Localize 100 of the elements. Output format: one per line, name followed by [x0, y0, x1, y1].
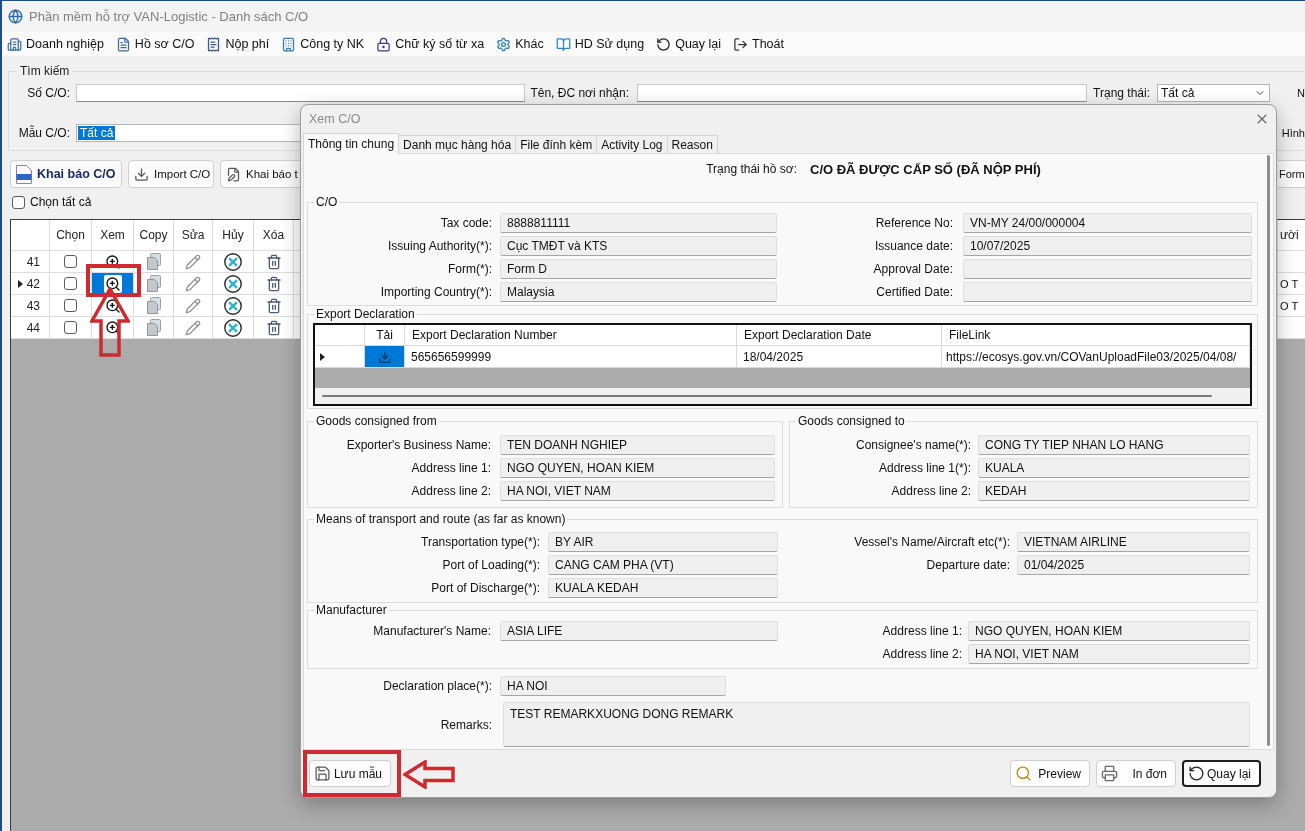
pencil-icon[interactable]: [185, 275, 201, 292]
pencil-icon[interactable]: [185, 319, 201, 336]
text-field[interactable]: [963, 259, 1252, 279]
menu-item[interactable]: Quay lại: [656, 36, 722, 52]
search-icon: [1015, 765, 1032, 782]
column-header: Tải: [376, 328, 393, 342]
toolbar-button[interactable]: Form: [1278, 160, 1305, 188]
field-label: Port of Loading(*):: [442, 558, 540, 572]
group-title: Goods consigned from: [315, 415, 438, 428]
menu-item[interactable]: Doanh nghiệp: [7, 36, 104, 52]
text-field[interactable]: Cục TMĐT và KTS: [500, 236, 777, 256]
menu-item[interactable]: HD Sử dụng: [555, 36, 645, 52]
field-label: Address line 2:: [882, 647, 962, 661]
text-field[interactable]: HA NOI, VIET NAM: [968, 644, 1250, 664]
text-field[interactable]: TEN DOANH NGHIEP: [500, 435, 775, 455]
text-field[interactable]: VIETNAM AIRLINE: [1017, 532, 1250, 552]
lock-icon: [376, 36, 392, 52]
field-label: Manufacturer's Name:: [373, 624, 491, 638]
menu-item[interactable]: Hồ sơ C/O: [115, 36, 195, 52]
column-header: ười: [1280, 228, 1299, 242]
toolbar-button[interactable]: Khai báo C/O: [10, 160, 122, 188]
group-title: Export Declaration: [315, 308, 416, 321]
trash-icon[interactable]: [265, 319, 282, 336]
field-label: Tax code:: [440, 216, 492, 230]
text-field[interactable]: KUALA KEDAH: [548, 578, 778, 598]
status-select[interactable]: Tất cả: [1157, 84, 1270, 102]
row-number: 42: [26, 276, 40, 291]
text-field[interactable]: [963, 282, 1252, 302]
row-number: 44: [26, 320, 40, 335]
row-marker-icon: [320, 352, 325, 361]
checkbox[interactable]: [64, 321, 77, 334]
column-header: Sửa: [181, 228, 205, 242]
menu-item[interactable]: Khác: [496, 36, 544, 52]
office-icon: [281, 36, 297, 52]
pencil-icon[interactable]: [185, 253, 201, 270]
text-field[interactable]: NGO QUYEN, HOAN KIEM: [968, 621, 1250, 641]
text-field[interactable]: HA NOI: [500, 676, 726, 696]
input-field[interactable]: [76, 84, 525, 102]
preview-button[interactable]: Preview: [1010, 760, 1090, 787]
text-field[interactable]: VN-MY 24/00/000004: [963, 213, 1252, 233]
text-field[interactable]: 01/04/2025: [1017, 555, 1250, 575]
file-edit-icon: [226, 166, 241, 182]
text-field[interactable]: KUALA: [978, 458, 1250, 478]
text-field[interactable]: 10/07/2025: [963, 236, 1252, 256]
table-cell: 565656599999: [411, 349, 492, 364]
toolbar-button[interactable]: Import C/O: [128, 160, 214, 188]
field-label: Departure date:: [926, 558, 1010, 572]
text-field[interactable]: KEDAH: [978, 481, 1250, 501]
left-arrow-icon: [403, 760, 455, 789]
save-button[interactable]: Lưu mẫu: [309, 760, 391, 787]
menu-item[interactable]: Thoát: [733, 36, 784, 52]
input-field[interactable]: [637, 84, 1087, 102]
text-field[interactable]: Malaysia: [500, 282, 777, 302]
checkbox[interactable]: [12, 195, 25, 209]
text-field[interactable]: CANG CAM PHA (VT): [548, 555, 778, 575]
pencil-icon[interactable]: [185, 297, 201, 314]
menu-item[interactable]: Chữ ký số từ xa: [376, 36, 485, 52]
back-button[interactable]: Quay lại: [1182, 760, 1261, 787]
tab[interactable]: Reason: [666, 135, 718, 153]
text-field[interactable]: NGO QUYEN, HOAN KIEM: [500, 458, 775, 478]
text-field[interactable]: 8888811111: [500, 213, 777, 233]
tab[interactable]: Activity Log: [596, 135, 668, 153]
text-field[interactable]: Form D: [500, 259, 777, 279]
text-field[interactable]: ASIA LIFE: [500, 621, 778, 641]
checkbox[interactable]: [64, 277, 77, 290]
text-field[interactable]: CONG TY TIEP NHAN LO HANG: [978, 435, 1250, 455]
table-cell[interactable]: [365, 346, 405, 368]
menu-item[interactable]: Nộp phí: [206, 36, 270, 52]
field-label: Address line 1:: [882, 624, 962, 638]
toolbar-button[interactable]: Khai báo t: [220, 160, 300, 188]
form-select[interactable]: Tất cả: [76, 124, 300, 142]
annotation-frame: [86, 264, 141, 297]
field-label: Issuance date:: [874, 239, 953, 253]
print-button[interactable]: In đơn: [1096, 760, 1176, 787]
tab[interactable]: Danh mục hàng hóa: [398, 135, 517, 153]
checkbox[interactable]: [64, 299, 77, 312]
field-label: Exporter's Business Name:: [346, 438, 491, 452]
text-field[interactable]: TEST REMARKXUONG DONG REMARK: [503, 702, 1250, 747]
table-cell: https://ecosys.gov.vn/COVanUploadFile03/2025/04/08/: [946, 349, 1237, 364]
column-header: Xem: [100, 228, 125, 242]
tab[interactable]: Thông tin chung: [303, 133, 400, 154]
row-number: 41: [26, 254, 40, 269]
trash-icon[interactable]: [265, 297, 282, 314]
field-label: Hình: [1281, 127, 1305, 139]
vertical-scrollbar[interactable]: [1267, 155, 1270, 746]
zoom-in-icon[interactable]: [103, 296, 122, 315]
menu-item[interactable]: Công ty NK: [281, 36, 365, 52]
status-value: C/O ĐÃ ĐƯỢC CẤP SỐ (ĐÃ NỘP PHÍ): [810, 161, 1041, 177]
logout-icon: [733, 36, 749, 52]
trash-icon[interactable]: [265, 275, 282, 292]
field-label: Mẫu C/O:: [18, 126, 70, 140]
text-field[interactable]: BY AIR: [548, 532, 778, 552]
checkbox[interactable]: [64, 255, 77, 268]
group-title: Manufacturer: [315, 604, 388, 617]
horizontal-scrollbar[interactable]: [322, 395, 1212, 397]
field-label: Approval Date:: [873, 262, 953, 276]
row-marker-icon: [17, 279, 23, 288]
zoom-in-icon[interactable]: [103, 274, 122, 293]
text-field[interactable]: HA NOI, VIET NAM: [500, 481, 775, 501]
trash-icon[interactable]: [265, 253, 282, 270]
